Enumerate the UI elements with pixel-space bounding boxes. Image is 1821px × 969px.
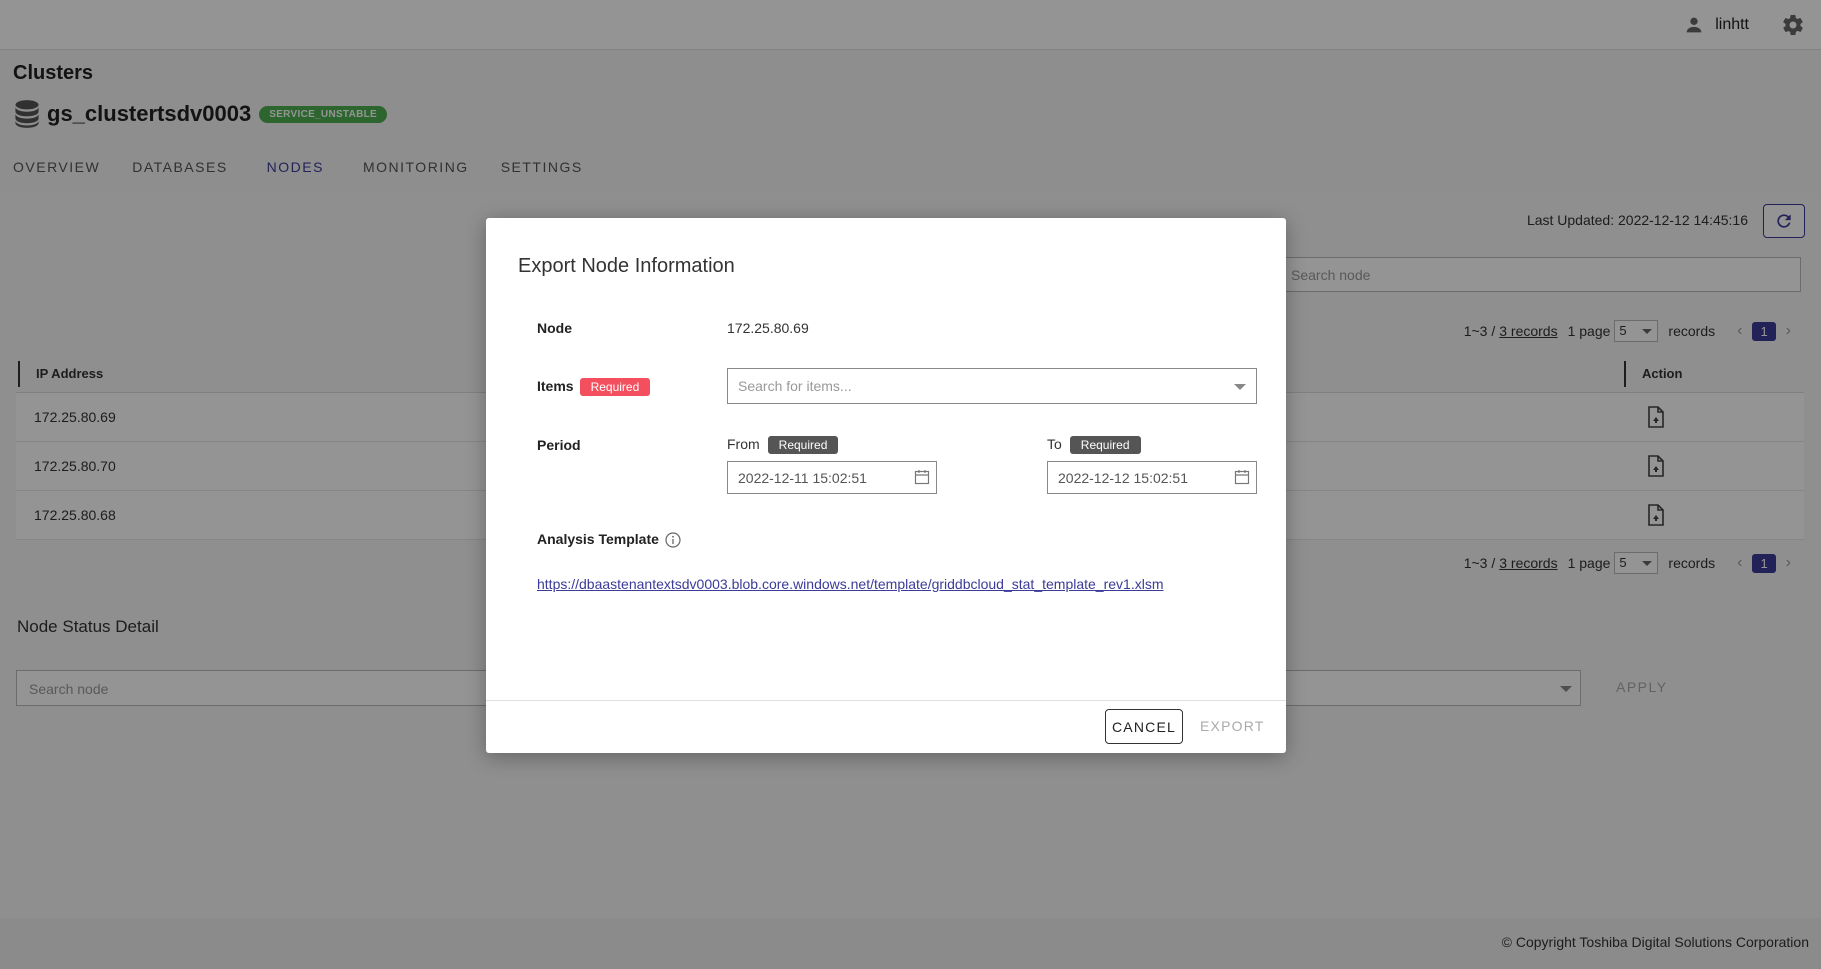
analysis-template-label: Analysis Template [537, 531, 659, 547]
items-label-row: Items Required [537, 378, 651, 396]
from-date-value: 2022-12-11 15:02:51 [738, 470, 867, 486]
required-badge: Required [579, 378, 651, 396]
node-label: Node [537, 320, 572, 336]
analysis-template-label-row: Analysis Template [537, 531, 681, 548]
template-download-link[interactable]: https://dbaastenantextsdv0003.blob.core.… [537, 576, 1164, 592]
items-search-input[interactable]: Search for items... [727, 368, 1257, 404]
period-label: Period [537, 437, 581, 453]
from-label-row: From Required [727, 436, 839, 454]
chevron-down-icon[interactable] [1234, 384, 1246, 390]
export-button[interactable]: EXPORT [1200, 718, 1265, 734]
to-label: To [1047, 436, 1062, 452]
items-placeholder: Search for items... [738, 378, 852, 394]
calendar-icon[interactable] [914, 469, 930, 485]
items-label: Items [537, 378, 574, 394]
from-date-input[interactable]: 2022-12-11 15:02:51 [727, 461, 937, 494]
cancel-button[interactable]: CANCEL [1105, 709, 1183, 744]
from-label: From [727, 436, 760, 452]
to-label-row: To Required [1047, 436, 1141, 454]
to-date-value: 2022-12-12 15:02:51 [1058, 470, 1188, 486]
dialog-divider [486, 700, 1286, 701]
export-node-dialog: Export Node Information Node 172.25.80.6… [486, 218, 1286, 753]
info-icon[interactable] [665, 532, 681, 548]
to-date-input[interactable]: 2022-12-12 15:02:51 [1047, 461, 1257, 494]
required-badge: Required [1069, 436, 1141, 454]
calendar-icon[interactable] [1234, 469, 1250, 485]
node-value: 172.25.80.69 [727, 320, 809, 336]
dialog-title: Export Node Information [518, 255, 735, 277]
required-badge: Required [767, 436, 839, 454]
